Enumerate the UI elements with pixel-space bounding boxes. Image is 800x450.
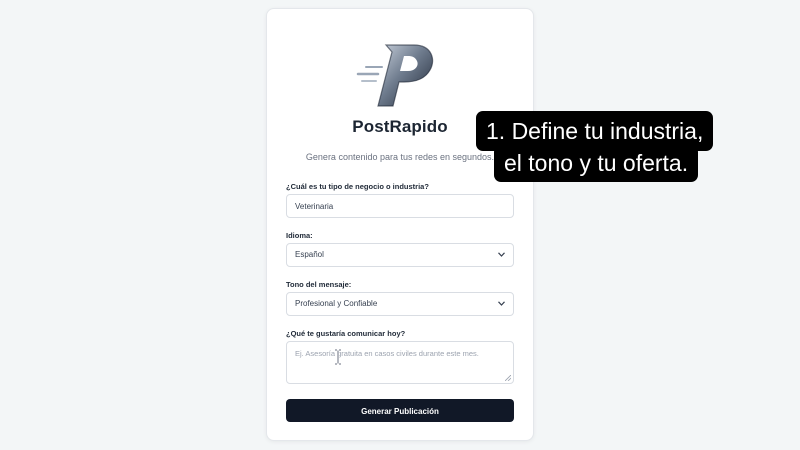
postrapido-logo-icon bbox=[356, 44, 434, 107]
business-label: ¿Cuál es tu tipo de negocio o industria? bbox=[286, 182, 429, 191]
caption-line-2: el tono y tu oferta. bbox=[494, 145, 699, 182]
language-selected-value: Español bbox=[295, 250, 324, 259]
message-textarea[interactable]: Ej. Asesoría gratuita en casos civiles d… bbox=[286, 341, 514, 384]
message-label: ¿Qué te gustaría comunicar hoy? bbox=[286, 329, 406, 338]
tone-select[interactable]: Profesional y Confiable bbox=[286, 292, 514, 316]
chevron-down-icon bbox=[498, 251, 505, 259]
business-input[interactable] bbox=[286, 194, 514, 218]
message-placeholder: Ej. Asesoría gratuita en casos civiles d… bbox=[295, 349, 479, 358]
screen: PostRapido Genera contenido para tus red… bbox=[0, 0, 800, 450]
resize-grip-icon[interactable] bbox=[505, 375, 511, 381]
text-cursor-icon bbox=[335, 349, 341, 365]
chevron-down-icon bbox=[498, 300, 505, 308]
tone-selected-value: Profesional y Confiable bbox=[295, 299, 378, 308]
generate-post-button[interactable]: Generar Publicación bbox=[286, 399, 514, 422]
language-label: Idioma: bbox=[286, 231, 313, 240]
language-select[interactable]: Español bbox=[286, 243, 514, 267]
tone-label: Tono del mensaje: bbox=[286, 280, 352, 289]
